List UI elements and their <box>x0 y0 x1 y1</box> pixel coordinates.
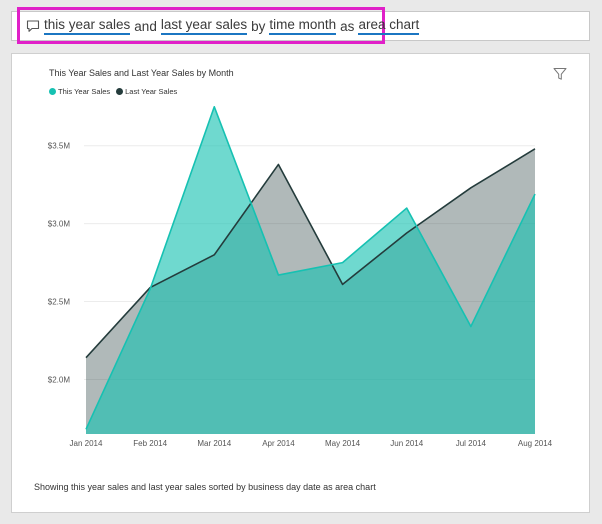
x-tick-label: May 2014 <box>325 439 361 448</box>
qa-keyword-last-year-sales[interactable]: last year sales <box>160 17 248 35</box>
y-tick-label: $3.5M <box>48 142 71 151</box>
qa-word-and: and <box>134 18 157 34</box>
answer-description: Showing this year sales and last year sa… <box>34 482 376 492</box>
y-tick-label: $3.0M <box>48 220 71 229</box>
visual-card: This Year Sales and Last Year Sales by M… <box>11 53 590 513</box>
y-tick-label: $2.5M <box>48 298 71 307</box>
x-tick-label: Mar 2014 <box>197 439 231 448</box>
qa-query[interactable]: this year sales and last year sales by t… <box>26 12 420 40</box>
comment-icon <box>26 20 40 32</box>
qa-keyword-area-chart[interactable]: area chart <box>358 17 420 35</box>
area-chart-plot: $2.0M $2.5M $3.0M $3.5M Jan 2014 Feb 2014 Mar … <box>48 105 553 448</box>
x-tick-label: Jun 2014 <box>390 439 423 448</box>
qa-word-as: as <box>340 18 355 34</box>
qa-word-by: by <box>251 18 266 34</box>
x-tick-label: Aug 2014 <box>518 439 553 448</box>
y-tick-label: $2.0M <box>48 375 71 384</box>
qa-keyword-time-month[interactable]: time month <box>269 17 337 35</box>
x-tick-label: Jan 2014 <box>70 439 103 448</box>
x-tick-label: Apr 2014 <box>262 439 295 448</box>
x-tick-label: Feb 2014 <box>133 439 167 448</box>
x-tick-label: Jul 2014 <box>456 439 487 448</box>
qa-keyword-this-year-sales[interactable]: this year sales <box>44 17 131 35</box>
